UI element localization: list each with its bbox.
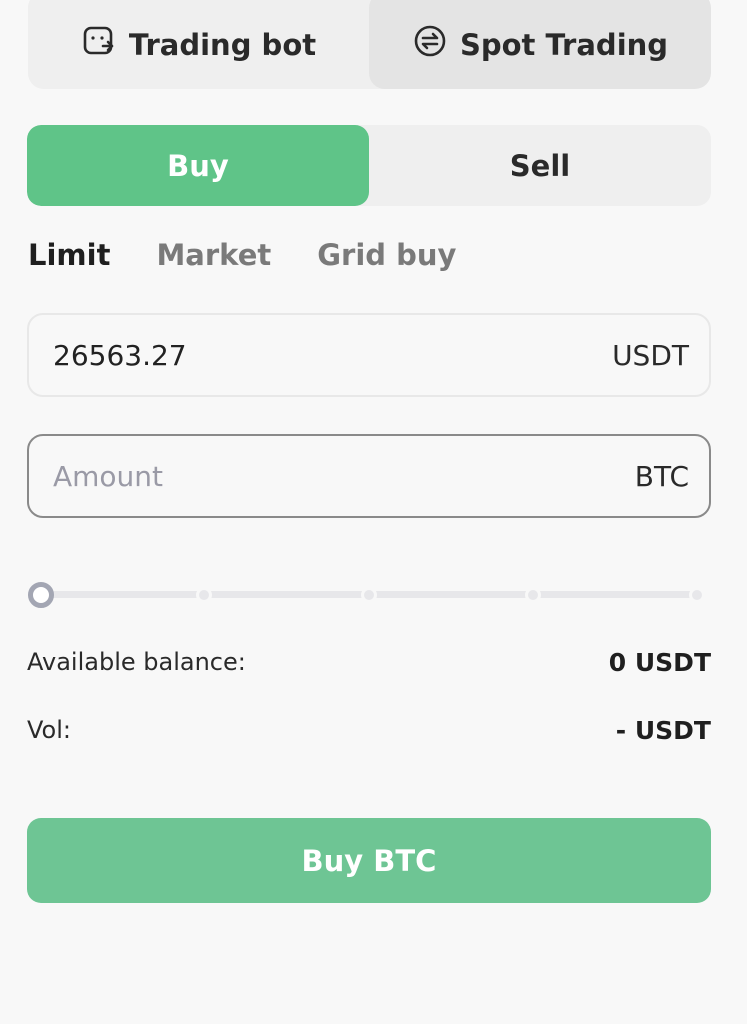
amount-percent-slider[interactable] — [28, 582, 708, 608]
swap-arrows-icon — [412, 23, 448, 66]
buy-button[interactable]: Buy — [27, 125, 369, 206]
available-balance-label: Available balance: — [27, 648, 246, 676]
price-unit: USDT — [612, 338, 689, 372]
bot-face-icon — [81, 23, 117, 66]
vol-row: Vol: - USDT — [27, 716, 711, 745]
amount-field[interactable]: BTC — [27, 434, 711, 518]
available-balance-row: Available balance: 0 USDT — [27, 648, 711, 677]
tab-grid-buy[interactable]: Grid buy — [317, 232, 456, 278]
amount-input[interactable] — [53, 459, 533, 493]
order-type-tabs: Limit Market Grid buy — [28, 232, 502, 278]
tab-market[interactable]: Market — [156, 232, 271, 278]
tab-spot-trading[interactable]: Spot Trading — [369, 0, 711, 89]
buy-btc-button[interactable]: Buy BTC — [27, 818, 711, 903]
slider-step-50[interactable] — [361, 587, 377, 603]
buy-sell-toggle: Buy Sell — [27, 125, 711, 206]
slider-handle[interactable] — [28, 582, 54, 608]
vol-value: - USDT — [615, 716, 711, 745]
amount-unit: BTC — [634, 459, 689, 493]
vol-label: Vol: — [27, 716, 71, 744]
tab-trading-bot-label: Trading bot — [128, 27, 317, 62]
mode-tabs: Trading bot Spot Trading — [28, 0, 711, 89]
price-field[interactable]: USDT — [27, 313, 711, 397]
tab-spot-trading-label: Spot Trading — [459, 27, 669, 62]
sell-button[interactable]: Sell — [369, 125, 711, 206]
tab-trading-bot[interactable]: Trading bot — [28, 0, 369, 89]
slider-step-25[interactable] — [196, 587, 212, 603]
price-input[interactable] — [53, 338, 533, 372]
slider-step-100[interactable] — [689, 587, 705, 603]
available-balance-value: 0 USDT — [608, 648, 711, 677]
tab-limit[interactable]: Limit — [28, 232, 110, 278]
slider-step-75[interactable] — [525, 587, 541, 603]
